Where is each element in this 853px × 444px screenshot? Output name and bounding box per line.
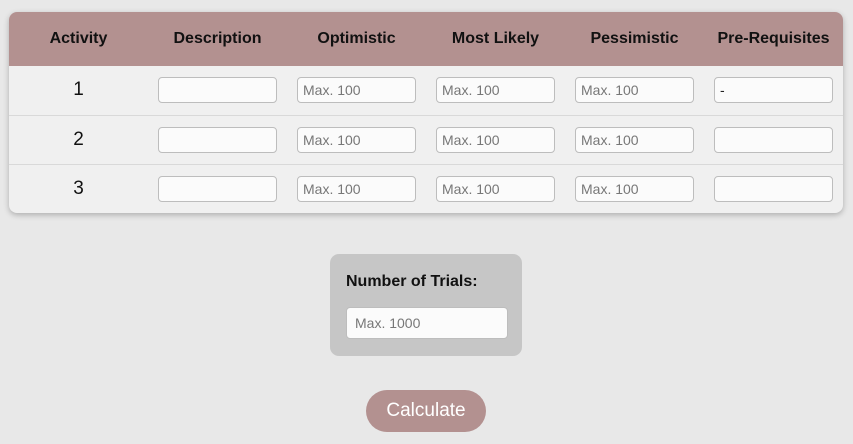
pessimistic-input[interactable] bbox=[575, 77, 694, 104]
table-row: 3 bbox=[9, 164, 843, 213]
optimistic-input[interactable] bbox=[297, 126, 416, 153]
description-input[interactable] bbox=[158, 175, 277, 202]
prerequisites-input[interactable] bbox=[714, 77, 833, 104]
pessimistic-input[interactable] bbox=[575, 175, 694, 202]
header-most-likely: Most Likely bbox=[451, 30, 540, 47]
most-likely-input[interactable] bbox=[436, 77, 555, 104]
header-activity: Activity bbox=[49, 30, 108, 47]
optimistic-input[interactable] bbox=[297, 175, 416, 202]
table-row: 2 bbox=[9, 115, 843, 164]
activity-number: 3 bbox=[73, 177, 84, 199]
prerequisites-input[interactable] bbox=[714, 175, 833, 202]
description-input[interactable] bbox=[158, 126, 277, 153]
header-description: Description bbox=[173, 30, 262, 47]
most-likely-input[interactable] bbox=[436, 175, 555, 202]
table-row: 1 bbox=[9, 66, 843, 115]
pessimistic-input[interactable] bbox=[575, 126, 694, 153]
activity-number: 2 bbox=[73, 128, 84, 150]
prerequisites-input[interactable] bbox=[714, 126, 833, 153]
trials-panel: Number of Trials: bbox=[330, 254, 522, 356]
activity-number: 1 bbox=[73, 79, 84, 101]
optimistic-input[interactable] bbox=[297, 77, 416, 104]
header-optimistic: Optimistic bbox=[317, 30, 396, 47]
calculate-button[interactable]: Calculate bbox=[366, 390, 486, 432]
activity-table-card: Activity Description Optimistic Most Lik… bbox=[9, 12, 843, 213]
header-pessimistic: Pessimistic bbox=[590, 30, 679, 47]
activity-table: Activity Description Optimistic Most Lik… bbox=[9, 12, 843, 213]
trials-label: Number of Trials: bbox=[346, 273, 478, 290]
most-likely-input[interactable] bbox=[436, 126, 555, 153]
trials-input[interactable] bbox=[346, 307, 508, 339]
header-prerequisites: Pre-Requisites bbox=[717, 30, 830, 47]
description-input[interactable] bbox=[158, 77, 277, 104]
table-header-row: Activity Description Optimistic Most Lik… bbox=[9, 12, 843, 66]
